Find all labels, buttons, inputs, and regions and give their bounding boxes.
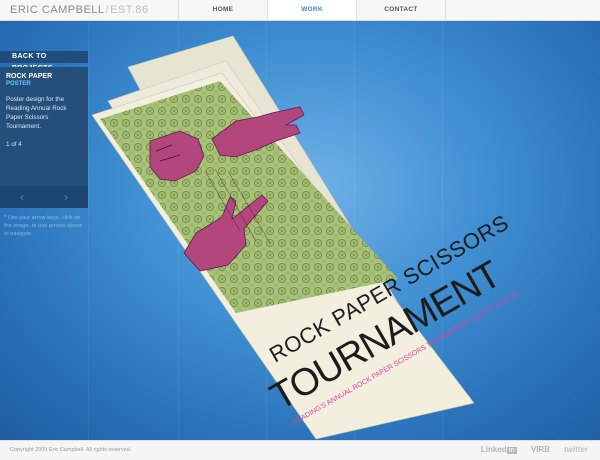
top-navigation-bar: ERIC CAMPBELL/EST.86 HOME WORK CONTACT	[0, 0, 600, 21]
project-description: Poster design for the Reading Annual Roc…	[6, 96, 67, 130]
social-links: Linked in VIRB twitter	[481, 445, 588, 454]
back-to-projects-button[interactable]: BACK TO PROJECTS›	[0, 51, 88, 72]
next-arrow-icon[interactable]: ›	[64, 186, 68, 208]
previous-arrow-icon[interactable]: ‹	[20, 186, 24, 208]
site-brand[interactable]: ERIC CAMPBELL/EST.86	[10, 4, 149, 16]
poster-image[interactable]: ROCK PAPER SCISSORS TOURNAMENT READING'S…	[0, 21, 600, 440]
linkedin-link[interactable]: Linked in	[481, 445, 517, 454]
nav-contact[interactable]: CONTACT	[356, 0, 446, 20]
project-title: ROCK PAPER	[6, 73, 53, 80]
brand-est: EST.86	[110, 4, 149, 16]
footer: Copyright 2009 Eric Campbell. All rights…	[0, 440, 600, 460]
slide-counter: 1 of 4	[6, 141, 22, 148]
project-stage: ROCK PAPER SCISSORS TOURNAMENT READING'S…	[0, 21, 600, 440]
nav-home[interactable]: HOME	[178, 0, 267, 20]
twitter-link[interactable]: twitter	[564, 445, 588, 454]
virb-link[interactable]: VIRB	[531, 445, 550, 454]
linkedin-icon: in	[506, 447, 517, 454]
nav-work[interactable]: WORK	[267, 0, 356, 20]
brand-name: ERIC CAMPBELL	[10, 4, 105, 16]
slide-navigation: ‹ ›	[0, 186, 88, 208]
project-info-panel: ROCK PAPER POSTER Poster design for the …	[0, 67, 88, 187]
main-nav: HOME WORK CONTACT	[178, 0, 446, 20]
project-type: POSTER	[6, 81, 31, 87]
copyright-text: Copyright 2009 Eric Campbell. All rights…	[10, 447, 132, 453]
poster-front-sheet: ROCK PAPER SCISSORS TOURNAMENT READING'S…	[91, 72, 521, 440]
navigation-hint: * Use your arrow keys, click on the imag…	[4, 215, 83, 237]
linkedin-prefix: Linked	[480, 445, 507, 454]
